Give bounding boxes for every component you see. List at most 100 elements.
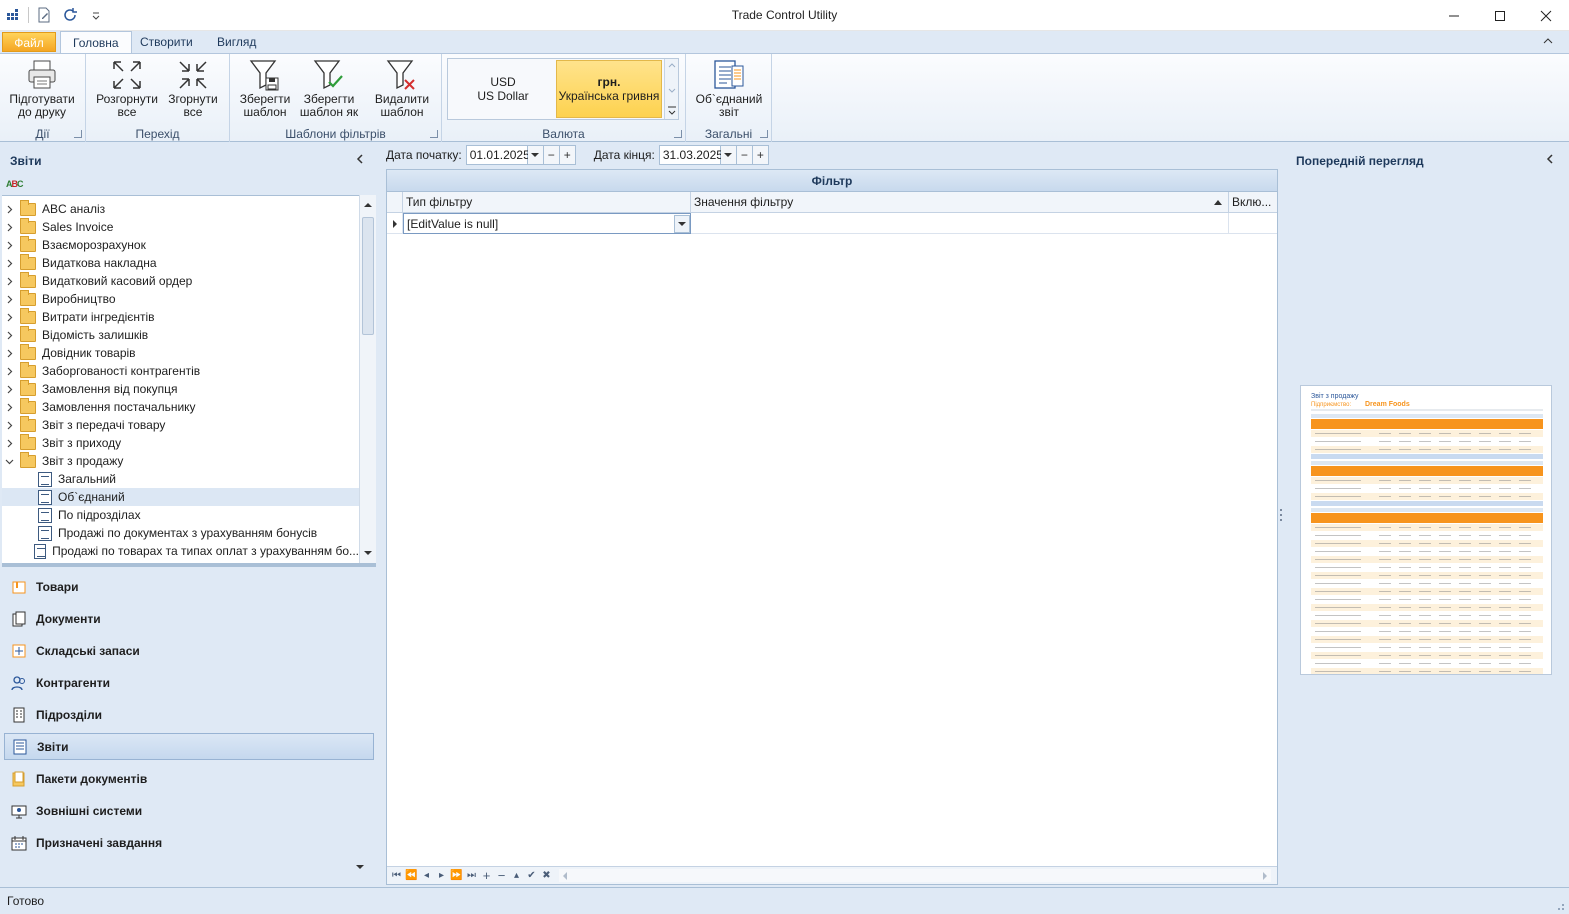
tree-folder-item[interactable]: Відомість залишків	[2, 325, 359, 344]
first-record-icon[interactable]: ⏮	[389, 868, 404, 884]
tree-scrollbar[interactable]	[359, 195, 376, 563]
gallery-scroll[interactable]	[664, 59, 678, 119]
expand-all-button[interactable]: Розгорнути все	[94, 57, 160, 123]
nav-item-scheduled-tasks[interactable]: Призначені завдання	[4, 829, 374, 856]
edit-document-icon[interactable]	[31, 4, 57, 26]
chevron-right-icon[interactable]	[2, 241, 16, 250]
chevron-right-icon[interactable]	[2, 205, 16, 214]
refresh-icon[interactable]	[57, 4, 83, 26]
tree-report-item[interactable]: По підрозділах	[2, 506, 359, 524]
filter-include-cell[interactable]	[1229, 213, 1277, 234]
nav-item-goods[interactable]: Товари	[4, 573, 374, 600]
column-header-include[interactable]: Вклю...	[1229, 192, 1277, 213]
tab-view[interactable]: Вигляд	[205, 31, 268, 53]
tab-create[interactable]: Створити	[128, 31, 205, 53]
resize-grip-icon[interactable]	[1555, 900, 1565, 910]
close-icon[interactable]	[1523, 0, 1569, 31]
nav-item-stock[interactable]: Складські запаси	[4, 637, 374, 664]
collapse-ribbon-icon[interactable]	[1543, 35, 1553, 49]
chevron-right-icon[interactable]	[2, 439, 16, 448]
save-template-as-button[interactable]: Зберегти шаблон як	[298, 57, 360, 123]
end-date-dropdown-icon[interactable]	[720, 145, 737, 165]
end-date-plus-button[interactable]: +	[752, 145, 769, 165]
nav-item-documents[interactable]: Документи	[4, 605, 374, 632]
column-header-filter-type[interactable]: Тип фільтру	[403, 192, 691, 213]
end-edit-icon[interactable]: ✔	[524, 868, 539, 884]
filter-type-dropdown-icon[interactable]	[674, 215, 690, 233]
chevron-left-icon[interactable]	[355, 153, 365, 168]
tree-folder-item[interactable]: ABC аналіз	[2, 199, 359, 218]
next-record-icon[interactable]: ▸	[434, 868, 449, 884]
column-header-filter-value[interactable]: Значення фільтру	[691, 192, 1229, 213]
chevron-down-icon[interactable]	[355, 863, 365, 873]
chevron-right-icon[interactable]	[2, 223, 16, 232]
dialog-launcher-icon[interactable]	[760, 130, 768, 138]
tree-folder-item[interactable]: Видаткова накладна	[2, 253, 359, 272]
chevron-down-icon[interactable]	[2, 457, 16, 466]
previous-page-icon[interactable]: ⏪	[404, 868, 419, 884]
start-date-input[interactable]: 01.01.2025	[465, 145, 530, 165]
edit-record-icon[interactable]: ▴	[509, 868, 524, 884]
combined-report-button[interactable]: Об`єднаний звіт	[692, 57, 766, 123]
chevron-right-icon[interactable]	[2, 331, 16, 340]
customize-toolbar-icon[interactable]	[83, 4, 109, 26]
delete-template-button[interactable]: Видалити шаблон	[370, 57, 434, 123]
chevron-right-icon[interactable]	[2, 295, 16, 304]
save-template-button[interactable]: Зберегти шаблон	[236, 57, 294, 123]
report-preview-thumbnail[interactable]: Звіт з продажу Підприємство: Dream Foods	[1300, 385, 1552, 675]
tree-folder-item[interactable]: Замовлення від покупця	[2, 379, 359, 398]
tree-folder-item[interactable]: Звіт з передачі товару	[2, 415, 359, 434]
tree-folder-item[interactable]: Заборгованості контрагентів	[2, 361, 359, 380]
next-page-icon[interactable]: ⏩	[449, 868, 464, 884]
start-date-minus-button[interactable]: −	[543, 145, 560, 165]
minimize-icon[interactable]	[1431, 0, 1477, 31]
chevron-right-icon[interactable]	[2, 367, 16, 376]
collapse-all-button[interactable]: Згорнути все	[162, 57, 224, 123]
currency-usd[interactable]: USD US Dollar	[451, 60, 555, 118]
tree-folder-item[interactable]: Довідник товарів	[2, 343, 359, 362]
print-preview-button[interactable]: Підготувати до друку	[4, 57, 80, 123]
chevron-right-icon[interactable]	[2, 313, 16, 322]
end-date-minus-button[interactable]: −	[736, 145, 753, 165]
tab-file[interactable]: Файл	[2, 32, 56, 52]
nav-item-external-systems[interactable]: Зовнішні системи	[4, 797, 374, 824]
chevron-left-icon[interactable]	[1545, 153, 1555, 168]
tree-folder-item[interactable]: Видатковий касовий ордер	[2, 271, 359, 290]
tree-folder-item[interactable]: Витрати інгредієнтів	[2, 307, 359, 326]
tree-folder-item[interactable]: Виробництво	[2, 289, 359, 308]
tree-folder-item[interactable]: Sales Invoice	[2, 217, 359, 236]
tree-folder-item[interactable]: Звіт з приходу	[2, 433, 359, 452]
chevron-right-icon[interactable]	[2, 277, 16, 286]
delete-record-icon[interactable]: −	[494, 868, 509, 884]
start-date-dropdown-icon[interactable]	[527, 145, 544, 165]
chevron-right-icon[interactable]	[2, 403, 16, 412]
end-date-input[interactable]: 31.03.2025	[658, 145, 723, 165]
tab-home[interactable]: Головна	[60, 31, 132, 54]
tree-report-item[interactable]: Продажі по документах з урахуванням бону…	[2, 524, 359, 542]
nav-item-reports[interactable]: Звіти	[4, 733, 374, 760]
cancel-edit-icon[interactable]: ✖	[539, 868, 554, 884]
panel-grip-icon[interactable]	[1279, 507, 1283, 523]
filter-value-cell[interactable]	[691, 213, 1229, 234]
tree-folder-item[interactable]: Взаєморозрахунок	[2, 235, 359, 254]
panel-splitter[interactable]	[2, 563, 376, 567]
chevron-right-icon[interactable]	[2, 421, 16, 430]
grid-horizontal-scrollbar[interactable]	[559, 869, 1271, 882]
dialog-launcher-icon[interactable]	[74, 130, 82, 138]
previous-record-icon[interactable]: ◂	[419, 868, 434, 884]
app-menu-icon[interactable]	[0, 4, 26, 26]
tree-folder-item[interactable]: Замовлення постачальнику	[2, 397, 359, 416]
chevron-right-icon[interactable]	[2, 259, 16, 268]
tree-report-item[interactable]: Загальний	[2, 470, 359, 488]
sort-abc-icon[interactable]: ABC	[6, 179, 23, 189]
currency-uah[interactable]: грн. Українська гривня	[556, 60, 662, 118]
dialog-launcher-icon[interactable]	[674, 130, 682, 138]
nav-item-document-packages[interactable]: Пакети документів	[4, 765, 374, 792]
dialog-launcher-icon[interactable]	[430, 130, 438, 138]
nav-item-divisions[interactable]: Підрозділи	[4, 701, 374, 728]
chevron-right-icon[interactable]	[2, 385, 16, 394]
tree-report-item[interactable]: Об`єднаний	[2, 488, 359, 506]
append-record-icon[interactable]: +	[479, 868, 494, 884]
maximize-icon[interactable]	[1477, 0, 1523, 31]
tree-report-item[interactable]: Продажі по товарах та типах оплат з урах…	[2, 542, 359, 560]
